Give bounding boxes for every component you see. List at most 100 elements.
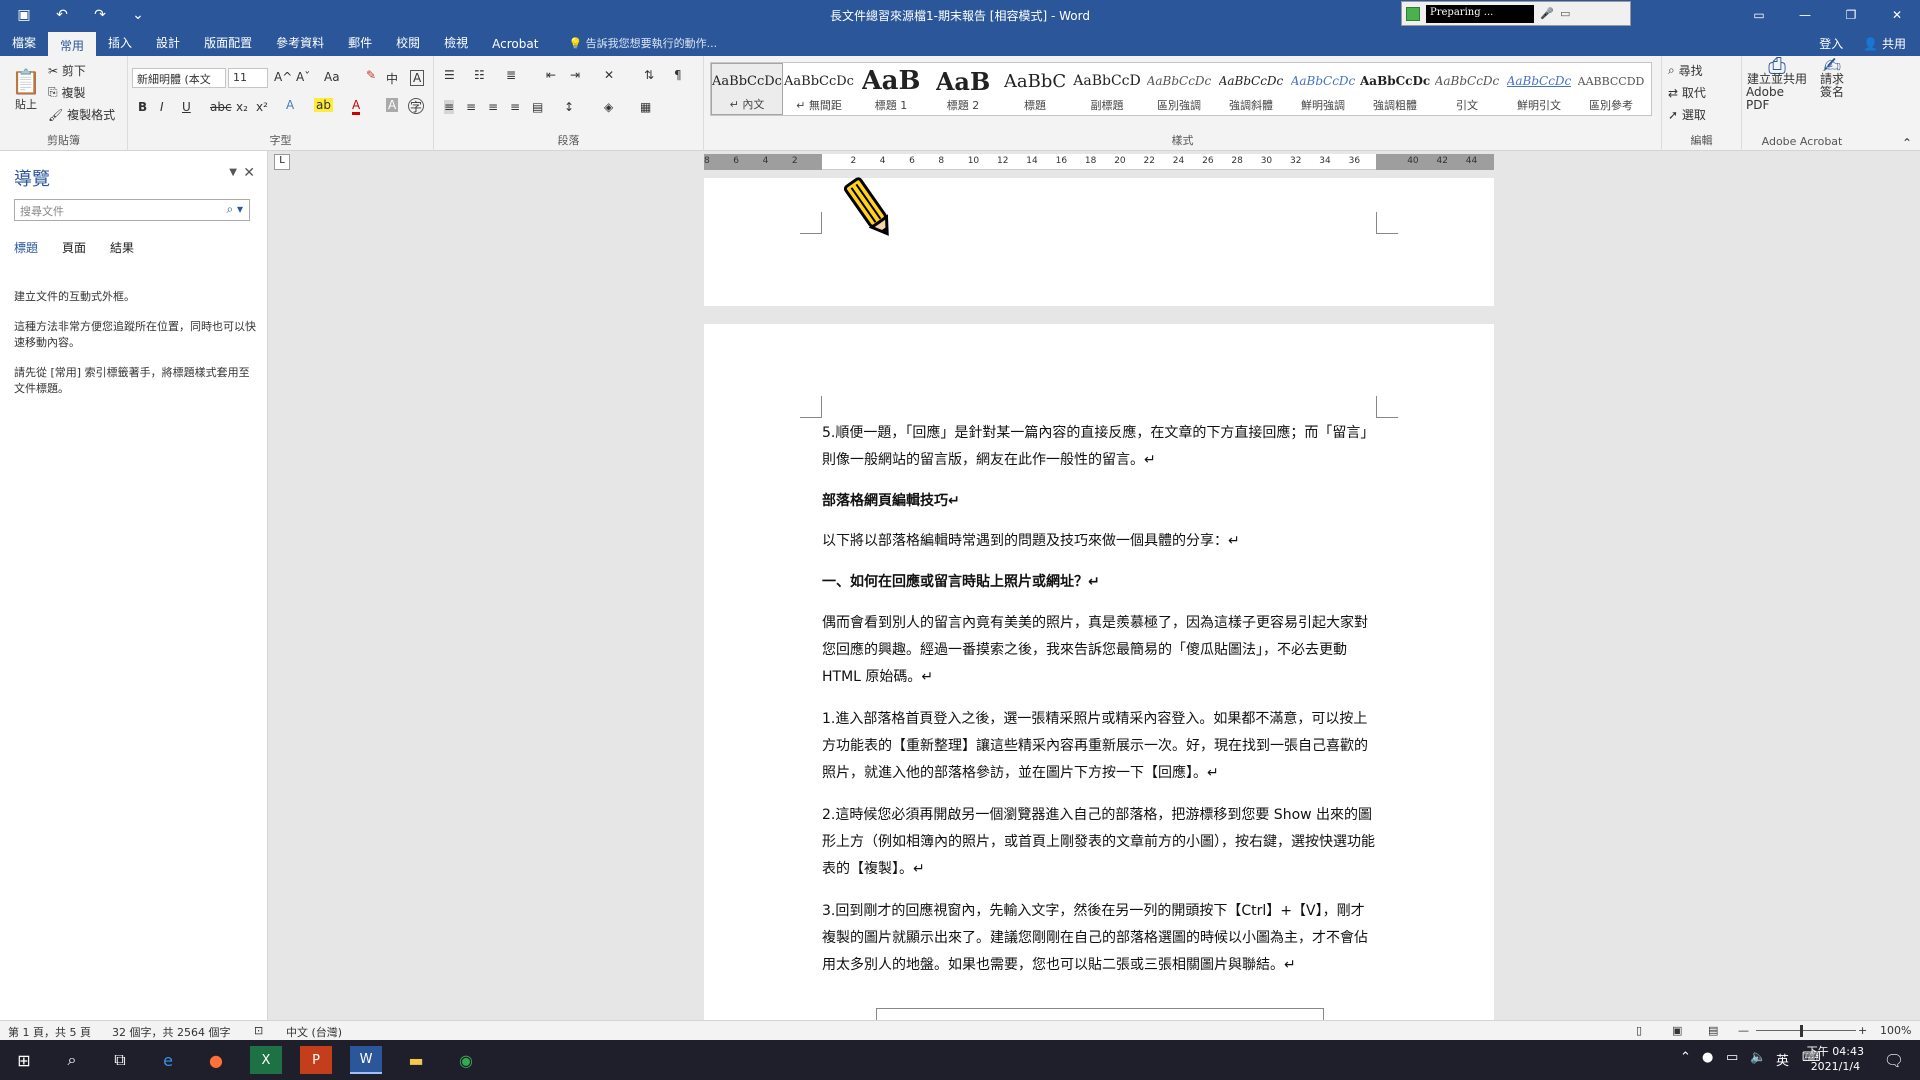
minimize-icon[interactable]: —	[1782, 0, 1828, 30]
doc-paragraph[interactable]: 5.順便一題，「回應」是針對某一篇內容的直接反應，在文章的下方直接回應；而「留言…	[822, 420, 1378, 474]
decrease-indent-icon[interactable]: ⇤	[546, 68, 556, 82]
nav-options-icon[interactable]: ▼	[229, 167, 237, 178]
tab-layout[interactable]: 版面配置	[192, 29, 264, 56]
tab-insert[interactable]: 插入	[96, 29, 144, 56]
ime-indicator[interactable]: 英	[1776, 1050, 1789, 1069]
chinese-layout-icon[interactable]: ✕	[604, 68, 614, 82]
zoom-slider[interactable]	[1756, 1030, 1856, 1031]
bullets-icon[interactable]: ☰	[444, 68, 455, 82]
tab-file[interactable]: 檔案	[0, 29, 48, 56]
network-icon[interactable]: ▭	[1726, 1050, 1738, 1065]
word-icon[interactable]: W	[350, 1046, 382, 1074]
strikethrough-button[interactable]: abc	[210, 100, 232, 114]
nav-search-input[interactable]: 搜尋文件 ⌕ ▾	[14, 199, 250, 221]
char-shading-icon[interactable]: A	[386, 98, 399, 112]
style-title[interactable]: AaBbC 標題	[999, 63, 1071, 115]
font-size-combo[interactable]: 11	[228, 68, 268, 88]
find-button[interactable]: ⌕ 尋找	[1668, 62, 1703, 79]
copy-button[interactable]: ⎘ 複製	[48, 84, 85, 101]
file-explorer-icon[interactable]: ▬	[400, 1046, 432, 1074]
borders-icon[interactable]: ▦	[640, 100, 651, 114]
microphone-icon[interactable]: 🎤	[1540, 7, 1554, 21]
grow-font-button[interactable]: A^	[274, 70, 292, 84]
style-intense-quote[interactable]: AaBbCcDc 鮮明引文	[1503, 63, 1575, 115]
tab-review[interactable]: 校閱	[384, 29, 432, 56]
language-indicator[interactable]: 中文 (台灣)	[286, 1024, 342, 1040]
read-mode-icon[interactable]: ▯	[1636, 1024, 1642, 1037]
style-strong[interactable]: AaBbCcDc 強調粗體	[1359, 63, 1431, 115]
sort-icon[interactable]: ⇅	[644, 68, 654, 82]
doc-paragraph[interactable]: 以下將以部落格編輯時常遇到的問題及技巧來做一個具體的分享：↵	[822, 528, 1378, 555]
text-effects-icon[interactable]: A	[286, 98, 294, 112]
doc-paragraph[interactable]: 1.進入部落格首頁登入之後，選一張精采照片或精采內容登入。如果都不滿意，可以按上…	[822, 706, 1378, 787]
doc-heading[interactable]: 一、如何在回應或留言時貼上照片或網址？↵	[822, 569, 1378, 596]
excel-icon[interactable]: X	[250, 1046, 282, 1074]
multilevel-list-icon[interactable]: ≣	[506, 68, 516, 82]
distributed-icon[interactable]: ▤	[532, 100, 543, 114]
ribbon-display-icon[interactable]: ▭	[1736, 0, 1782, 30]
increase-indent-icon[interactable]: ⇥	[570, 68, 580, 82]
tab-references[interactable]: 參考資料	[264, 29, 336, 56]
style-heading-2[interactable]: AaB 標題 2	[927, 63, 999, 115]
style-subtitle[interactable]: AaBbCcD 副標題	[1071, 63, 1143, 115]
subscript-button[interactable]: x₂	[236, 100, 248, 114]
style-quote[interactable]: AaBbCcDc 引文	[1431, 63, 1503, 115]
embedded-image[interactable]	[876, 1008, 1324, 1020]
request-signature-button[interactable]: ✍ 請求 簽名	[1810, 56, 1854, 99]
notification-icon[interactable]: 🗨	[1878, 1046, 1910, 1074]
zoom-level[interactable]: 100%	[1880, 1024, 1911, 1037]
nav-tab-headings[interactable]: 標題	[14, 239, 38, 256]
search-icon[interactable]: ⌕	[56, 1046, 88, 1074]
restore-icon[interactable]: ❐	[1828, 0, 1874, 30]
page-2[interactable]: 5.順便一題，「回應」是針對某一篇內容的直接反應，在文章的下方直接回應；而「留言…	[704, 324, 1494, 1020]
align-left-icon[interactable]: ≡	[444, 100, 455, 114]
font-name-combo[interactable]: 新細明體 (本文	[132, 68, 226, 88]
firefox-icon[interactable]: ●	[200, 1046, 232, 1074]
tell-me-box[interactable]: 💡 告訴我您想要執行的動作...	[562, 30, 723, 56]
highlight-icon[interactable]: ab	[314, 98, 333, 112]
tray-expand-icon[interactable]: ⌃	[1680, 1050, 1691, 1065]
italic-button[interactable]: I	[160, 100, 164, 114]
signin-link[interactable]: 登入	[1819, 35, 1843, 52]
paste-button[interactable]: 📋 貼上	[8, 62, 44, 118]
system-clock[interactable]: 下午 04:43 2021/1/4	[1807, 1044, 1864, 1074]
style-subtle-reference[interactable]: AABBCCDD 區別參考	[1575, 63, 1647, 115]
microphone-tray-icon[interactable]: ●	[1702, 1050, 1713, 1065]
tab-selector[interactable]: L	[274, 154, 290, 170]
proofing-icon[interactable]: ⊡	[254, 1024, 263, 1037]
camera-icon[interactable]: ▭	[1560, 7, 1574, 21]
nav-tab-results[interactable]: 結果	[110, 239, 134, 256]
font-color-icon[interactable]: A	[352, 98, 361, 115]
replace-button[interactable]: ⇄ 取代	[1668, 84, 1706, 101]
tab-mailings[interactable]: 郵件	[336, 29, 384, 56]
zoom-in-icon[interactable]: +	[1858, 1024, 1867, 1037]
tab-home[interactable]: 常用	[48, 32, 97, 56]
bold-button[interactable]: B	[138, 100, 147, 114]
style-intense-emphasis[interactable]: AaBbCcDc 鮮明強調	[1287, 63, 1359, 115]
word-count[interactable]: 32 個字，共 2564 個字	[112, 1024, 230, 1040]
style-subtle-emphasis[interactable]: AaBbCcDc 區別強調	[1143, 63, 1215, 115]
print-layout-icon[interactable]: ▣	[1672, 1024, 1682, 1037]
powerpoint-icon[interactable]: P	[300, 1046, 332, 1074]
underline-button[interactable]: U	[182, 100, 191, 114]
tab-design[interactable]: 設計	[144, 29, 192, 56]
format-painter-button[interactable]: 🖌 複製格式	[48, 106, 115, 123]
align-center-icon[interactable]: ≡	[466, 100, 476, 114]
cut-button[interactable]: ✂ 剪下	[48, 62, 86, 79]
chrome-icon[interactable]: ◉	[450, 1046, 482, 1074]
justify-icon[interactable]: ≡	[510, 100, 520, 114]
web-layout-icon[interactable]: ▤	[1708, 1024, 1718, 1037]
style-heading-1[interactable]: AaB 標題 1	[855, 63, 927, 115]
shrink-font-button[interactable]: Aˇ	[296, 70, 310, 84]
volume-icon[interactable]: 🔈	[1750, 1050, 1766, 1065]
windows-start-icon[interactable]: ⊞	[8, 1046, 40, 1074]
select-button[interactable]: ➚ 選取	[1668, 106, 1706, 123]
close-icon[interactable]: ✕	[1874, 0, 1920, 30]
doc-heading[interactable]: 部落格網頁編輯技巧↵	[822, 488, 1378, 515]
doc-paragraph[interactable]: 3.回到剛才的回應視窗內，先輸入文字，然後在另一列的開頭按下【Ctrl】+【V】…	[822, 898, 1378, 979]
page-1[interactable]	[704, 178, 1494, 306]
tab-acrobat[interactable]: Acrobat	[480, 32, 550, 56]
collapse-ribbon-icon[interactable]: ⌃	[1902, 136, 1912, 150]
char-border-icon[interactable]: A	[410, 70, 425, 86]
line-spacing-icon[interactable]: ↕	[564, 100, 574, 114]
